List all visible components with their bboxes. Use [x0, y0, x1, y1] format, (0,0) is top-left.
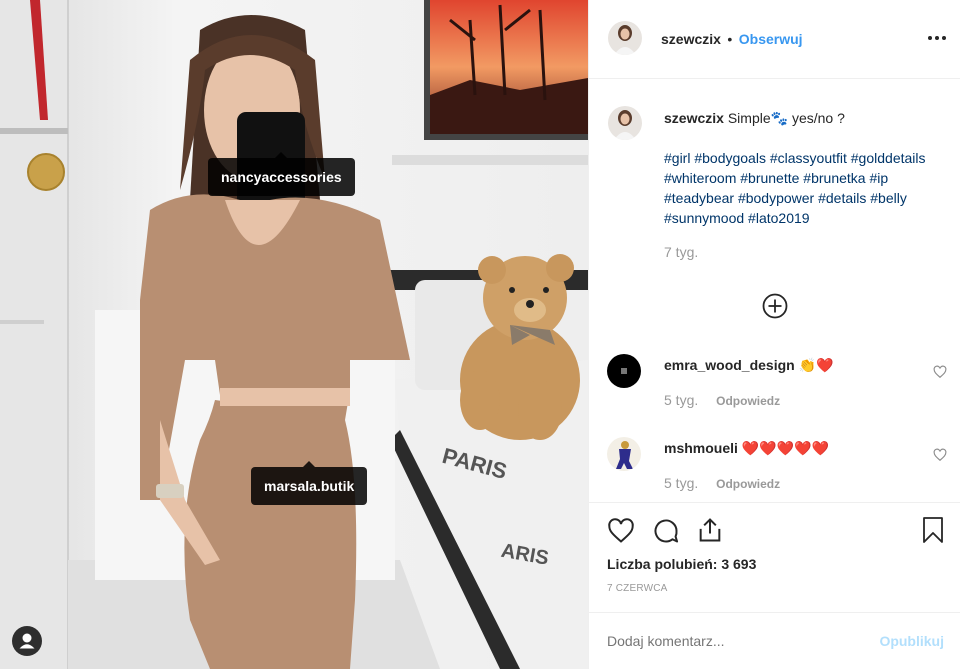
comment-username[interactable]: mshmoueli: [664, 440, 738, 456]
caption-time[interactable]: 7 tyg.: [664, 242, 944, 262]
caption-avatar[interactable]: [608, 106, 642, 140]
commenter-avatar[interactable]: [607, 354, 641, 388]
photo-illustration: PARIS ARIS: [0, 0, 588, 669]
comment-item: emra_wood_design 👏❤️ 5 tyg. Odpowiedz: [607, 354, 947, 414]
publish-button[interactable]: Opublikuj: [879, 633, 944, 649]
reply-button[interactable]: Odpowiedz: [716, 394, 780, 408]
photo-tag-marsala-butik[interactable]: marsala.butik: [251, 461, 368, 505]
post-date[interactable]: 7 CZERWCA: [607, 583, 668, 594]
post-photo[interactable]: PARIS ARIS nancyaccessories marsala.buti…: [0, 0, 588, 669]
likes-count[interactable]: Liczba polubień: 3 693: [607, 556, 756, 572]
comment-body: mshmoueli ❤️❤️❤️❤️❤️: [664, 440, 829, 457]
more-options-button[interactable]: [927, 28, 947, 48]
post-header: szewczix • Obserwuj: [589, 0, 960, 79]
save-button[interactable]: [921, 516, 945, 544]
reply-button[interactable]: Odpowiedz: [716, 477, 780, 491]
comment-like-button[interactable]: [933, 448, 947, 462]
heart-icon: [933, 448, 947, 462]
caption-hashtags[interactable]: #girl #bodygoals #classyoutfit #golddeta…: [664, 148, 944, 228]
commenter-avatar[interactable]: [607, 437, 641, 471]
caption-text: Simple🐾 yes/no ?: [727, 110, 845, 126]
comment-time[interactable]: 5 tyg.: [664, 392, 698, 408]
avatar-image: [608, 21, 642, 55]
author-avatar[interactable]: [608, 21, 642, 55]
share-upload-icon: [699, 518, 721, 542]
heart-icon: [933, 365, 947, 379]
avatar-image: [607, 354, 641, 388]
comment-like-button[interactable]: [933, 365, 947, 379]
comment-bubble-icon: [654, 519, 679, 543]
heart-icon: [608, 518, 634, 543]
like-button[interactable]: [607, 517, 635, 545]
more-horizontal-icon: [928, 36, 946, 40]
comment-item: mshmoueli ❤️❤️❤️❤️❤️ 5 tyg. Odpowiedz: [607, 437, 947, 497]
comment-input[interactable]: [607, 633, 857, 649]
follow-button[interactable]: Obserwuj: [739, 31, 803, 47]
load-more-comments-button[interactable]: [762, 293, 788, 319]
avatar-image: [608, 106, 642, 140]
author-username[interactable]: szewczix: [661, 31, 721, 47]
bookmark-icon: [923, 517, 943, 543]
share-button[interactable]: [696, 516, 724, 544]
comment-text: ❤️❤️❤️❤️❤️: [741, 440, 829, 456]
user-icon: [19, 633, 35, 649]
comment-username[interactable]: emra_wood_design: [664, 357, 795, 373]
comment-body: emra_wood_design 👏❤️: [664, 357, 833, 374]
avatar-image: [607, 437, 641, 471]
post-sidebar: szewczix • Obserwuj szewczix Simple🐾 yes…: [588, 0, 960, 669]
header-separator: •: [727, 31, 733, 47]
comment-text: 👏❤️: [798, 357, 834, 373]
caption-username[interactable]: szewczix: [664, 110, 724, 126]
post-actions: [589, 502, 960, 543]
add-comment-bar: Opublikuj: [589, 612, 960, 670]
comment-meta: 5 tyg. Odpowiedz: [664, 392, 780, 408]
post-caption: szewczix Simple🐾 yes/no ? #girl #bodygoa…: [664, 108, 944, 262]
tagged-users-button[interactable]: [12, 626, 42, 656]
plus-circle-icon: [762, 293, 788, 319]
comment-meta: 5 tyg. Odpowiedz: [664, 475, 780, 491]
comment-time[interactable]: 5 tyg.: [664, 475, 698, 491]
comment-button[interactable]: [652, 517, 680, 545]
header-meta: szewczix • Obserwuj: [661, 31, 803, 49]
photo-tag-nancyaccessories[interactable]: nancyaccessories: [208, 152, 355, 196]
